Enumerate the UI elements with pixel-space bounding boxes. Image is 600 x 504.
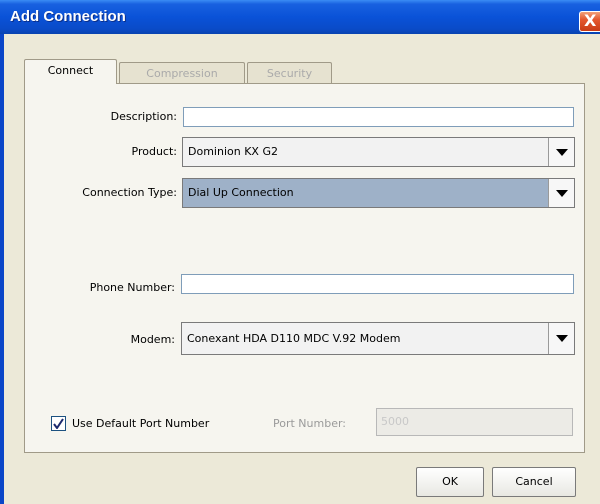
port-number-label: Port Number: bbox=[273, 417, 347, 430]
phone-number-input[interactable] bbox=[181, 274, 574, 294]
chevron-down-icon bbox=[556, 190, 568, 197]
port-number-input[interactable]: 5000 bbox=[376, 408, 573, 436]
tab-connect-label: Connect bbox=[47, 64, 94, 77]
product-label: Product: bbox=[131, 145, 177, 158]
ok-button[interactable]: OK bbox=[416, 467, 484, 497]
connection-type-dropdown-button[interactable] bbox=[548, 179, 574, 207]
tab-compression[interactable]: Compression bbox=[119, 62, 245, 84]
modem-label: Modem: bbox=[130, 333, 175, 346]
tab-compression-label: Compression bbox=[146, 67, 218, 80]
product-value: Dominion KX G2 bbox=[188, 145, 278, 158]
checkmark-icon bbox=[53, 418, 64, 429]
chevron-down-icon bbox=[556, 335, 568, 342]
modem-value: Conexant HDA D110 MDC V.92 Modem bbox=[187, 332, 401, 345]
product-dropdown-button[interactable] bbox=[548, 138, 574, 166]
use-default-port-label[interactable]: Use Default Port Number bbox=[72, 417, 209, 430]
use-default-port-checkbox[interactable] bbox=[51, 416, 66, 431]
cancel-button[interactable]: Cancel bbox=[492, 467, 576, 497]
window-left-border bbox=[0, 34, 4, 504]
close-icon: X bbox=[584, 11, 597, 30]
description-label: Description: bbox=[110, 110, 177, 123]
title-bar[interactable]: Add Connection X bbox=[0, 0, 600, 34]
tab-security-label: Security bbox=[266, 67, 313, 80]
phone-number-label: Phone Number: bbox=[89, 281, 175, 294]
description-input[interactable] bbox=[183, 107, 574, 127]
close-button[interactable]: X bbox=[579, 11, 600, 32]
tab-security[interactable]: Security bbox=[247, 62, 332, 84]
connection-type-label: Connection Type: bbox=[82, 186, 177, 199]
modem-select[interactable]: Conexant HDA D110 MDC V.92 Modem bbox=[181, 322, 575, 355]
connection-type-select[interactable]: Dial Up Connection bbox=[182, 178, 575, 208]
dialog-title: Add Connection bbox=[10, 8, 126, 25]
product-select[interactable]: Dominion KX G2 bbox=[182, 137, 575, 167]
modem-dropdown-button[interactable] bbox=[548, 323, 574, 354]
tab-connect[interactable]: Connect bbox=[24, 59, 117, 84]
add-connection-dialog: Add Connection X Connect Compression Sec… bbox=[0, 0, 600, 504]
chevron-down-icon bbox=[556, 149, 568, 156]
connection-type-value: Dial Up Connection bbox=[183, 179, 548, 207]
